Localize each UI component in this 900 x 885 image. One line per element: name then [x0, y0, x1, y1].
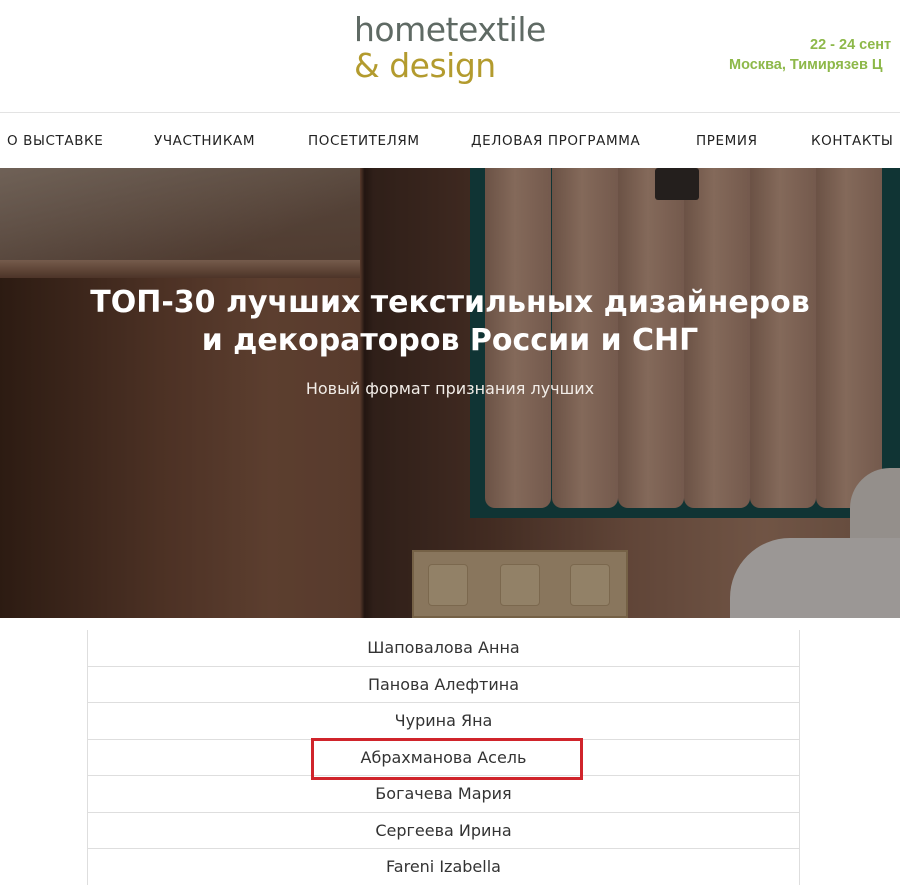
nav-item-award[interactable]: ПРЕМИЯ: [696, 133, 758, 149]
list-item: Сергеева Ирина: [88, 813, 799, 849]
hero-subtitle: Новый формат признания лучших: [305, 379, 595, 398]
highlight-box: [311, 738, 583, 780]
nav-item-business-program[interactable]: ДЕЛОВАЯ ПРОГРАММА: [471, 133, 640, 149]
logo-line-1: hometextile: [354, 10, 546, 49]
nav-item-exhibitors[interactable]: УЧАСТНИКАМ: [154, 133, 255, 149]
list-item: Чурина Яна: [88, 703, 799, 740]
logo[interactable]: hometextile & design: [354, 12, 546, 84]
hero-title-line-1: ТОП-30 лучших текстильных дизайнеров: [90, 285, 810, 320]
event-date: 22 - 24 сент: [810, 37, 892, 53]
hero-banner: ТОП-30 лучших текстильных дизайнеров и д…: [0, 168, 900, 618]
hero-title: ТОП-30 лучших текстильных дизайнеров и д…: [0, 284, 900, 360]
nav-item-visitors[interactable]: ПОСЕТИТЕЛЯМ: [308, 133, 420, 149]
list-item: Богачева Мария: [88, 776, 799, 813]
nav-item-contacts[interactable]: КОНТАКТЫ: [811, 133, 893, 149]
list-item: Панова Алефтина: [88, 667, 799, 703]
event-place: Москва, Тимирязев Ц: [729, 57, 883, 73]
list-item: Fareni Izabella: [386, 857, 501, 876]
logo-line-2: & design: [354, 46, 496, 85]
list-item: Шаповалова Анна: [88, 630, 799, 667]
nav-item-about[interactable]: О ВЫСТАВКЕ: [7, 133, 103, 149]
site-header: hometextile & design 22 - 24 сент Москва…: [0, 0, 900, 112]
main-nav: О ВЫСТАВКЕ УЧАСТНИКАМ ПОСЕТИТЕЛЯМ ДЕЛОВА…: [0, 112, 900, 168]
hero-title-line-2: и декораторов России и СНГ: [201, 323, 699, 358]
